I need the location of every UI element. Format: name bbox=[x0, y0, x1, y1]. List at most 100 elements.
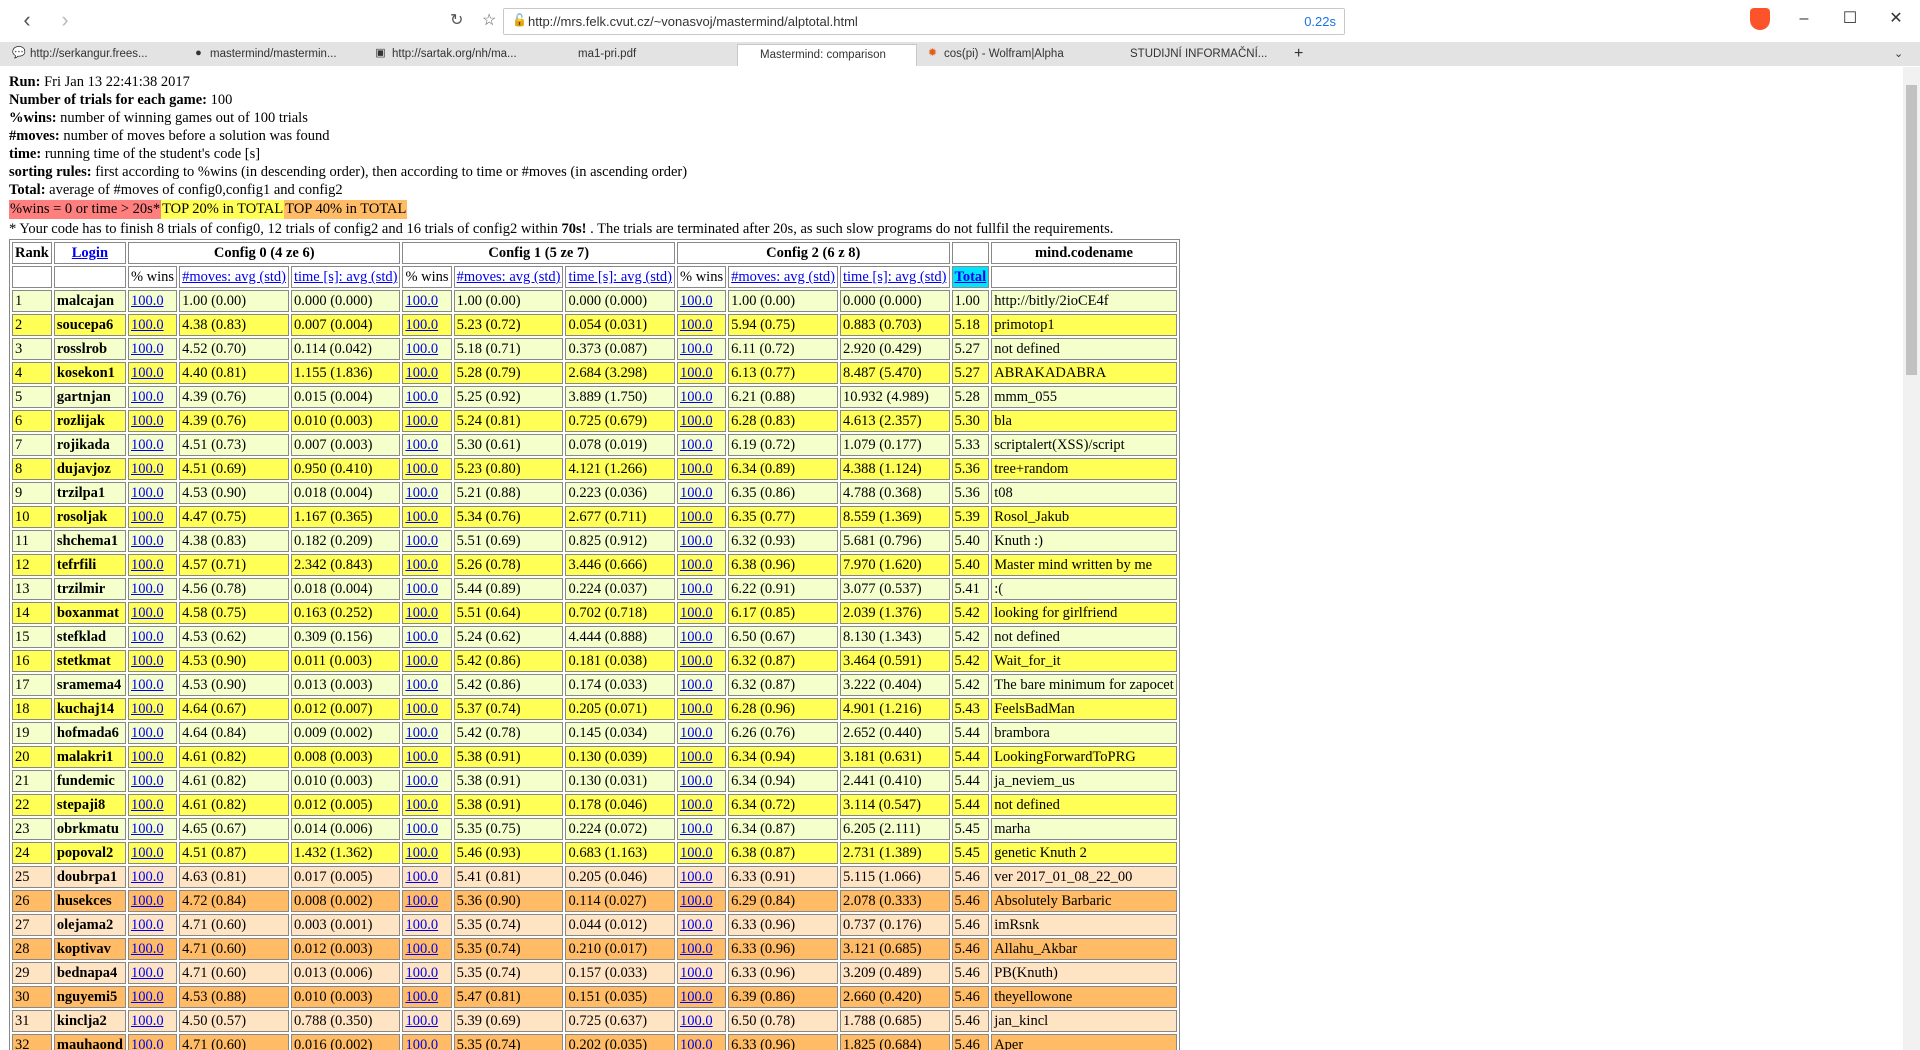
config2-wins-link[interactable]: 100.0 bbox=[680, 437, 713, 453]
config0-wins-link[interactable]: 100.0 bbox=[131, 581, 164, 597]
config0-wins-link[interactable]: 100.0 bbox=[131, 413, 164, 429]
config1-wins-link[interactable]: 100.0 bbox=[405, 437, 438, 453]
config2-wins-link[interactable]: 100.0 bbox=[680, 485, 713, 501]
login-sort-link[interactable]: Login bbox=[72, 245, 108, 261]
config1-wins-link[interactable]: 100.0 bbox=[405, 317, 438, 333]
config1-wins-link[interactable]: 100.0 bbox=[405, 869, 438, 885]
config2-wins-link[interactable]: 100.0 bbox=[680, 941, 713, 957]
config1-wins-link[interactable]: 100.0 bbox=[405, 413, 438, 429]
config2-wins-link[interactable]: 100.0 bbox=[680, 893, 713, 909]
config0-wins-link[interactable]: 100.0 bbox=[131, 461, 164, 477]
config1-wins-link[interactable]: 100.0 bbox=[405, 1013, 438, 1029]
config2-wins-link[interactable]: 100.0 bbox=[680, 533, 713, 549]
tab-sartak[interactable]: ▣ http://sartak.org/nh/ma... bbox=[370, 44, 550, 66]
config1-wins-link[interactable]: 100.0 bbox=[405, 701, 438, 717]
config0-wins-link[interactable]: 100.0 bbox=[131, 437, 164, 453]
config0-wins-link[interactable]: 100.0 bbox=[131, 869, 164, 885]
config0-wins-link[interactable]: 100.0 bbox=[131, 965, 164, 981]
config1-wins-link[interactable]: 100.0 bbox=[405, 605, 438, 621]
config2-wins-link[interactable]: 100.0 bbox=[680, 749, 713, 765]
config1-wins-link[interactable]: 100.0 bbox=[405, 677, 438, 693]
config0-wins-link[interactable]: 100.0 bbox=[131, 773, 164, 789]
config2-wins-link[interactable]: 100.0 bbox=[680, 461, 713, 477]
config2-wins-link[interactable]: 100.0 bbox=[680, 677, 713, 693]
tab-studijni[interactable]: STUDIJNÍ INFORMAČNÍ... bbox=[1108, 44, 1288, 66]
new-tab-plus-icon[interactable]: + bbox=[1288, 44, 1314, 66]
config1-wins-link[interactable]: 100.0 bbox=[405, 893, 438, 909]
vertical-scrollbar[interactable] bbox=[1903, 67, 1920, 1050]
config2-wins-link[interactable]: 100.0 bbox=[680, 509, 713, 525]
config2-wins-link[interactable]: 100.0 bbox=[680, 797, 713, 813]
tab-github[interactable]: ● mastermind/mastermin... bbox=[188, 44, 368, 66]
tab-overflow-chevron-icon[interactable]: ⌄ bbox=[1890, 44, 1914, 66]
config2-wins-link[interactable]: 100.0 bbox=[680, 629, 713, 645]
tab-mastermind[interactable]: Mastermind: comparison bbox=[737, 44, 917, 66]
total-sort-link[interactable]: Total bbox=[955, 269, 987, 285]
brave-lion-icon[interactable] bbox=[1750, 8, 1770, 30]
config1-wins-link[interactable]: 100.0 bbox=[405, 293, 438, 309]
forward-arrow-icon[interactable]: › bbox=[52, 8, 78, 34]
config1-wins-link[interactable]: 100.0 bbox=[405, 461, 438, 477]
config0-time-sort-link[interactable]: time [s]: avg (std) bbox=[294, 269, 398, 285]
config1-wins-link[interactable]: 100.0 bbox=[405, 725, 438, 741]
config1-moves-sort-link[interactable]: #moves: avg (std) bbox=[457, 269, 561, 285]
config1-wins-link[interactable]: 100.0 bbox=[405, 773, 438, 789]
config0-wins-link[interactable]: 100.0 bbox=[131, 629, 164, 645]
config0-wins-link[interactable]: 100.0 bbox=[131, 1037, 164, 1050]
config1-wins-link[interactable]: 100.0 bbox=[405, 389, 438, 405]
config0-wins-link[interactable]: 100.0 bbox=[131, 365, 164, 381]
config1-wins-link[interactable]: 100.0 bbox=[405, 989, 438, 1005]
config1-wins-link[interactable]: 100.0 bbox=[405, 341, 438, 357]
config0-wins-link[interactable]: 100.0 bbox=[131, 317, 164, 333]
config2-wins-link[interactable]: 100.0 bbox=[680, 581, 713, 597]
config0-wins-link[interactable]: 100.0 bbox=[131, 485, 164, 501]
config2-wins-link[interactable]: 100.0 bbox=[680, 821, 713, 837]
tab-pdf[interactable]: ma1-pri.pdf bbox=[556, 44, 736, 66]
config0-wins-link[interactable]: 100.0 bbox=[131, 845, 164, 861]
config1-wins-link[interactable]: 100.0 bbox=[405, 1037, 438, 1050]
back-arrow-icon[interactable]: ‹ bbox=[14, 8, 40, 34]
config1-wins-link[interactable]: 100.0 bbox=[405, 533, 438, 549]
config0-wins-link[interactable]: 100.0 bbox=[131, 341, 164, 357]
config0-wins-link[interactable]: 100.0 bbox=[131, 749, 164, 765]
config2-wins-link[interactable]: 100.0 bbox=[680, 725, 713, 741]
config2-wins-link[interactable]: 100.0 bbox=[680, 845, 713, 861]
config0-wins-link[interactable]: 100.0 bbox=[131, 701, 164, 717]
config0-wins-link[interactable]: 100.0 bbox=[131, 797, 164, 813]
minimize-icon[interactable]: – bbox=[1784, 6, 1824, 34]
config2-wins-link[interactable]: 100.0 bbox=[680, 965, 713, 981]
config1-wins-link[interactable]: 100.0 bbox=[405, 797, 438, 813]
config0-moves-sort-link[interactable]: #moves: avg (std) bbox=[182, 269, 286, 285]
config0-wins-link[interactable]: 100.0 bbox=[131, 917, 164, 933]
config0-wins-link[interactable]: 100.0 bbox=[131, 509, 164, 525]
config0-wins-link[interactable]: 100.0 bbox=[131, 821, 164, 837]
config2-wins-link[interactable]: 100.0 bbox=[680, 701, 713, 717]
scrollbar-thumb[interactable] bbox=[1906, 85, 1917, 375]
reload-icon[interactable]: ↻ bbox=[450, 10, 463, 30]
config1-wins-link[interactable]: 100.0 bbox=[405, 917, 438, 933]
config2-wins-link[interactable]: 100.0 bbox=[680, 605, 713, 621]
config2-wins-link[interactable]: 100.0 bbox=[680, 365, 713, 381]
config2-wins-link[interactable]: 100.0 bbox=[680, 557, 713, 573]
bookmark-star-icon[interactable]: ☆ bbox=[482, 10, 496, 30]
config2-wins-link[interactable]: 100.0 bbox=[680, 653, 713, 669]
address-bar[interactable]: 🔓 http://mrs.felk.cvut.cz/~vonasvoj/mast… bbox=[503, 8, 1345, 35]
config0-wins-link[interactable]: 100.0 bbox=[131, 389, 164, 405]
config0-wins-link[interactable]: 100.0 bbox=[131, 533, 164, 549]
config1-wins-link[interactable]: 100.0 bbox=[405, 485, 438, 501]
config2-wins-link[interactable]: 100.0 bbox=[680, 341, 713, 357]
config2-wins-link[interactable]: 100.0 bbox=[680, 869, 713, 885]
config0-wins-link[interactable]: 100.0 bbox=[131, 989, 164, 1005]
config2-wins-link[interactable]: 100.0 bbox=[680, 773, 713, 789]
config1-wins-link[interactable]: 100.0 bbox=[405, 557, 438, 573]
config1-wins-link[interactable]: 100.0 bbox=[405, 965, 438, 981]
config1-wins-link[interactable]: 100.0 bbox=[405, 845, 438, 861]
config2-wins-link[interactable]: 100.0 bbox=[680, 1037, 713, 1050]
config2-wins-link[interactable]: 100.0 bbox=[680, 413, 713, 429]
config1-wins-link[interactable]: 100.0 bbox=[405, 821, 438, 837]
config2-wins-link[interactable]: 100.0 bbox=[680, 317, 713, 333]
config2-wins-link[interactable]: 100.0 bbox=[680, 389, 713, 405]
config1-wins-link[interactable]: 100.0 bbox=[405, 941, 438, 957]
config0-wins-link[interactable]: 100.0 bbox=[131, 1013, 164, 1029]
config1-time-sort-link[interactable]: time [s]: avg (std) bbox=[568, 269, 672, 285]
